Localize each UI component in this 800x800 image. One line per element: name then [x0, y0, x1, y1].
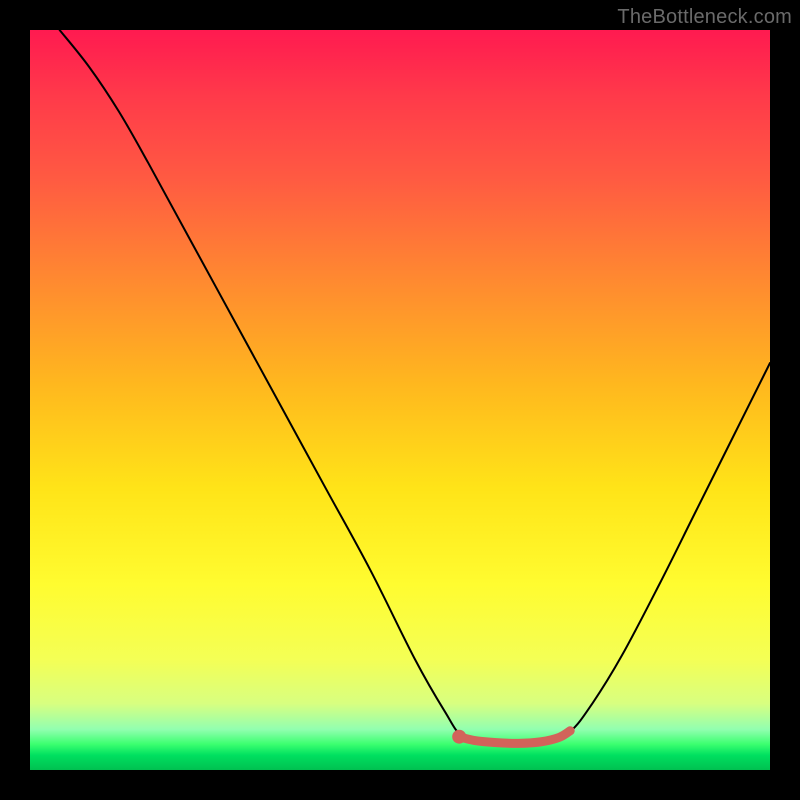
series-layer	[60, 30, 770, 744]
chart-frame	[30, 30, 770, 770]
series-flat-zone-marker	[459, 731, 570, 744]
chart-svg	[30, 30, 770, 770]
watermark-text: TheBottleneck.com	[617, 6, 792, 29]
series-bottleneck-curve	[60, 30, 770, 744]
series-flat-zone-marker-endpoint	[452, 730, 466, 744]
